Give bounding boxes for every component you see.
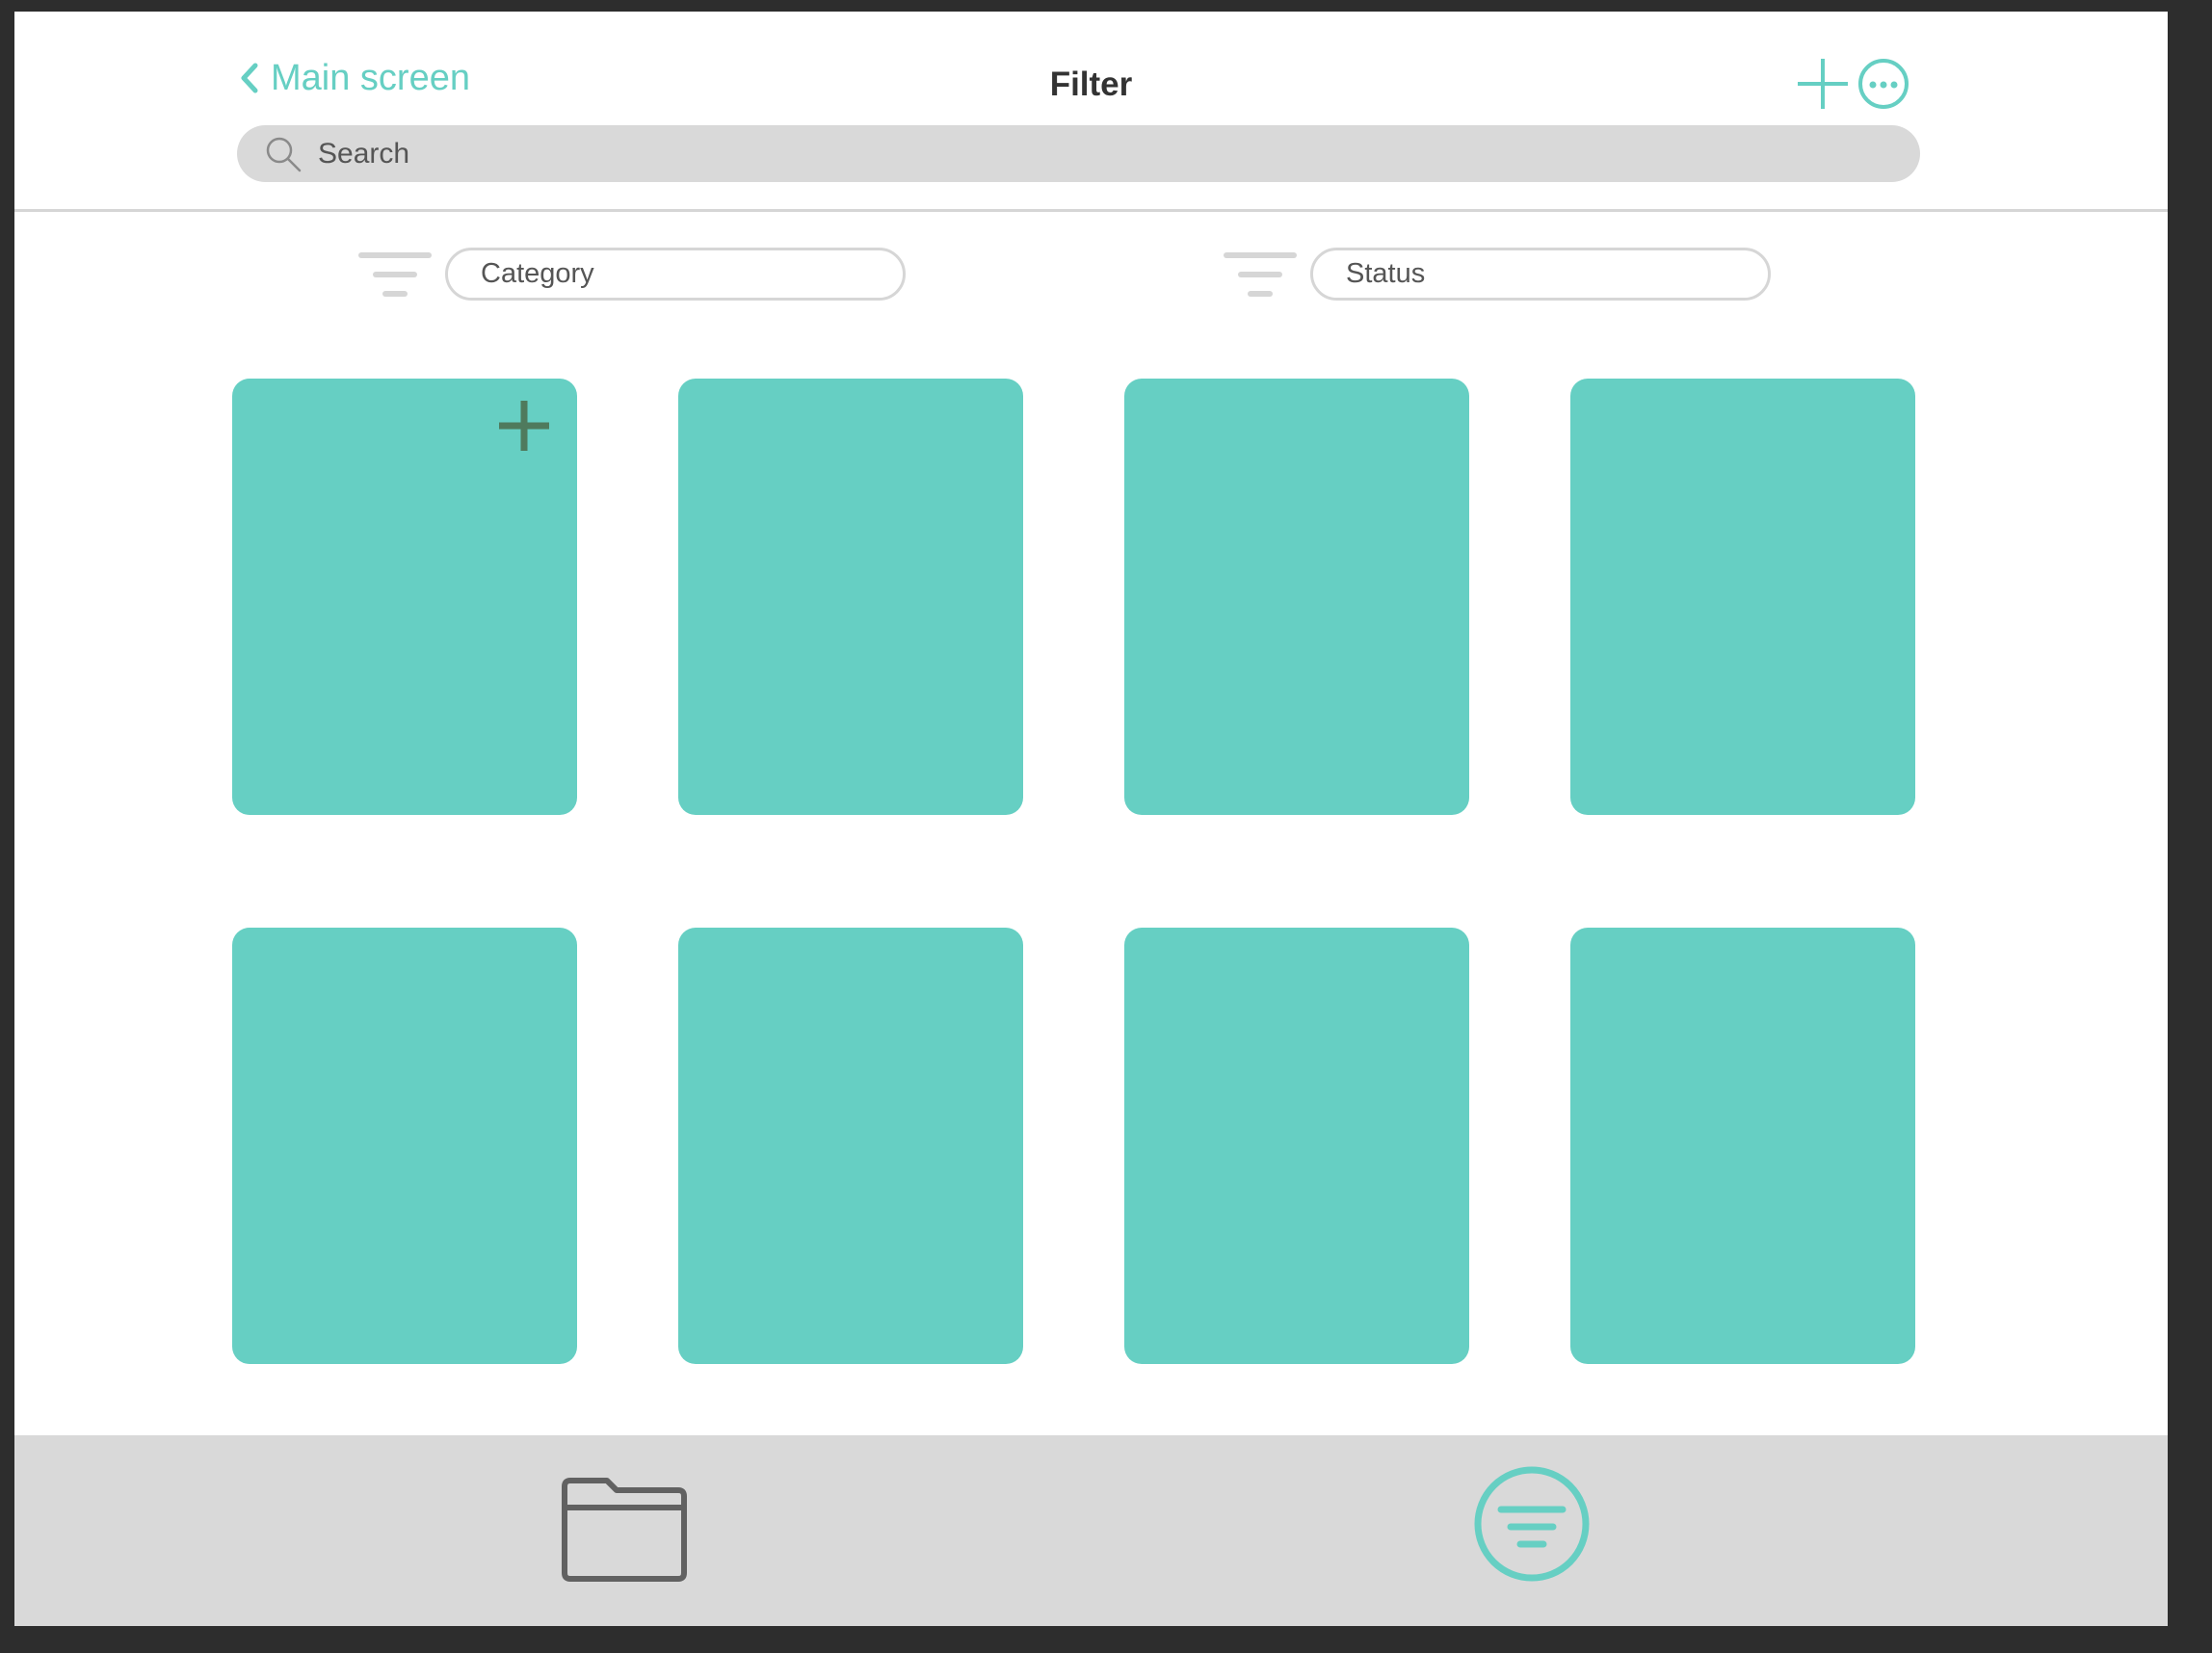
card-grid [232,379,1928,1364]
status-filter: Status [1224,248,1771,301]
category-filter-field[interactable]: Category [445,248,906,301]
filter-icon [1224,251,1297,297]
status-filter-field[interactable]: Status [1310,248,1771,301]
card-item[interactable] [678,379,1023,815]
search-bar[interactable] [237,125,1920,182]
folder-icon[interactable] [559,1477,690,1585]
card-item[interactable] [1570,928,1915,1364]
app-window: Main screen Filter Search Category Statu… [14,12,2168,1626]
card-item[interactable] [1124,379,1469,815]
search-icon [266,137,302,171]
header: Main screen Filter [14,12,2168,212]
filter-circle-icon[interactable] [1472,1464,1592,1584]
card-item[interactable] [1570,379,1915,815]
card-item[interactable] [232,928,577,1364]
header-actions [1795,56,1910,112]
card-item[interactable] [232,379,577,815]
card-item[interactable] [1124,928,1469,1364]
plus-icon[interactable] [1795,56,1851,112]
card-item[interactable] [678,928,1023,1364]
bottom-nav [14,1435,2168,1626]
more-options-icon[interactable] [1856,57,1910,111]
back-button[interactable]: Main screen [240,60,470,96]
chevron-left-icon [241,63,258,93]
back-label: Main screen [271,58,470,98]
plus-icon[interactable] [496,398,552,454]
search-input[interactable] [318,129,1859,178]
filter-icon [358,251,432,297]
category-filter: Category [358,248,906,301]
